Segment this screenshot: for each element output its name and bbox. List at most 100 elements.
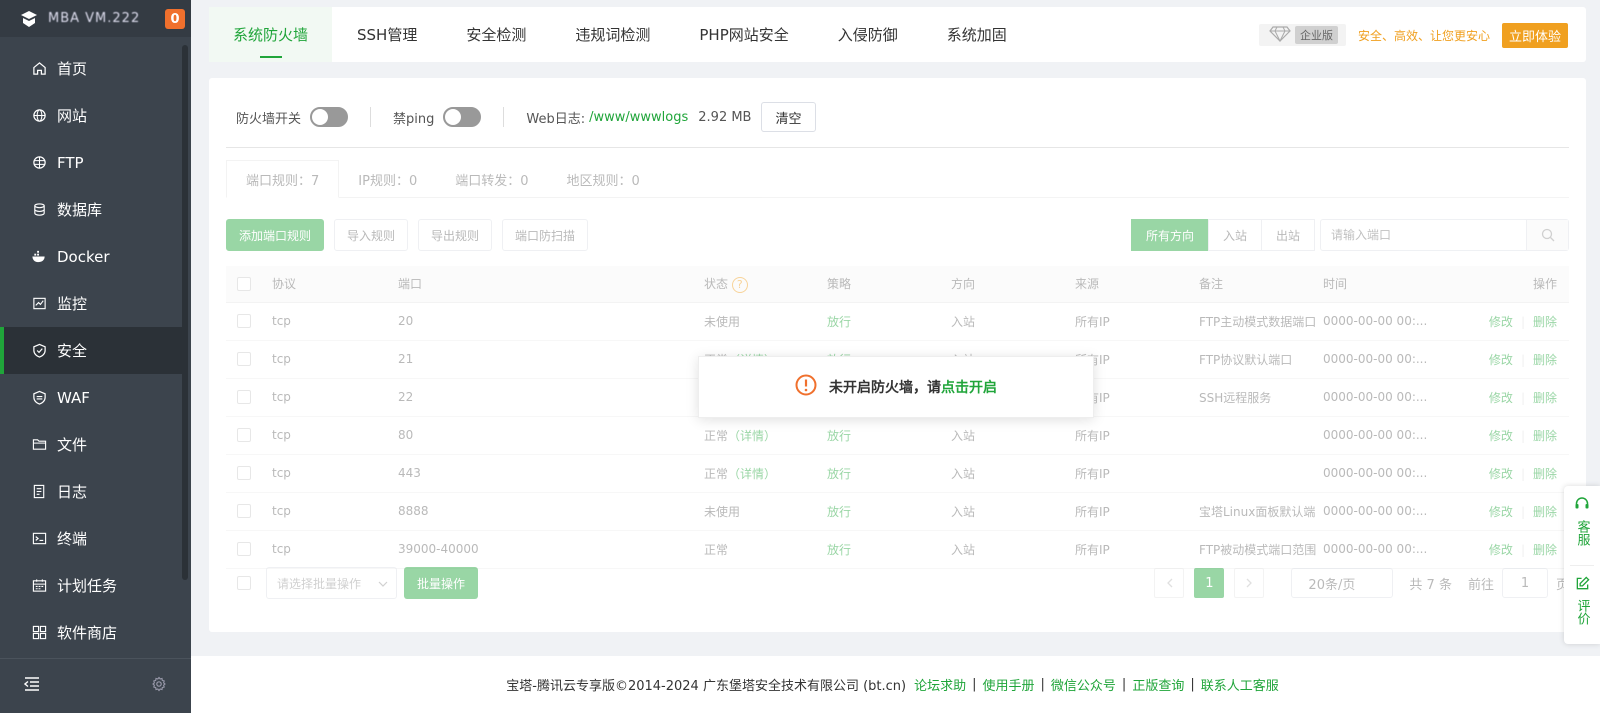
sidebar-item-label: 安全 xyxy=(57,342,88,360)
enterprise-badge: 企业版 xyxy=(1258,24,1346,46)
edit-rule-link[interactable]: 修改 xyxy=(1489,467,1513,481)
edit-rule-link[interactable]: 修改 xyxy=(1489,353,1513,367)
notice-text: 未开启防火墙，请 xyxy=(829,380,941,396)
collapse-menu-icon[interactable] xyxy=(23,677,40,695)
edit-rule-link[interactable]: 修改 xyxy=(1489,391,1513,405)
sidebar-item-waf[interactable]: WAF xyxy=(0,374,182,421)
edit-rule-link[interactable]: 修改 xyxy=(1489,429,1513,443)
sidebar-scrollbar[interactable] xyxy=(182,45,188,580)
tab-ip-rules[interactable]: IP规则：0 xyxy=(339,160,436,198)
web-log-path-link[interactable]: /www/wwwlogs xyxy=(589,110,688,125)
sidebar-item-database[interactable]: 数据库 xyxy=(0,186,182,233)
add-port-rule-button[interactable]: 添加端口规则 xyxy=(226,219,325,251)
tab-intrusion[interactable]: 入侵防御 xyxy=(814,7,922,62)
tab-hardening[interactable]: 系统加固 xyxy=(923,7,1031,62)
sidebar-item-terminal[interactable]: 终端 xyxy=(0,515,182,562)
delete-rule-link[interactable]: 删除 xyxy=(1533,391,1557,405)
port-search-input[interactable] xyxy=(1321,228,1526,242)
tab-region-rules[interactable]: 地区规则：0 xyxy=(548,160,659,198)
sidebar-item-files[interactable]: 文件 xyxy=(0,421,182,468)
port-scan-protect-button[interactable]: 端口防扫描 xyxy=(502,219,589,251)
firewall-toggle[interactable] xyxy=(310,107,349,127)
tab-system-firewall[interactable]: 系统防火墙 xyxy=(209,7,333,62)
edit-rule-link[interactable]: 修改 xyxy=(1489,315,1513,329)
sidebar: MBA VM.222 0 首页 网站 FTP 数据库 Docker 监控 安全 … xyxy=(0,0,191,713)
row-checkbox[interactable] xyxy=(237,390,251,405)
select-all-bottom-checkbox[interactable] xyxy=(237,576,251,590)
row-checkbox[interactable] xyxy=(237,352,251,367)
help-icon[interactable]: ? xyxy=(731,276,748,293)
tab-php-security[interactable]: PHP网站安全 xyxy=(675,7,812,62)
tab-security-scan[interactable]: 安全检测 xyxy=(442,7,550,62)
search-icon[interactable] xyxy=(1526,220,1568,250)
sidebar-item-logs[interactable]: 日志 xyxy=(0,468,182,515)
tab-ssh[interactable]: SSH管理 xyxy=(333,7,441,62)
status-detail-link[interactable]: （详情） xyxy=(728,429,776,443)
sidebar-item-label: 首页 xyxy=(57,60,88,78)
direction-out-button[interactable]: 出站 xyxy=(1260,219,1315,251)
batch-select[interactable]: 请选择批量操作 xyxy=(266,567,397,599)
web-log-label: Web日志: xyxy=(526,111,586,127)
export-rules-button[interactable]: 导出规则 xyxy=(418,219,493,251)
delete-rule-link[interactable]: 删除 xyxy=(1533,353,1557,367)
tab-port-rules[interactable]: 端口规则：7 xyxy=(226,160,340,198)
op-separator: | xyxy=(1520,466,1525,481)
row-checkbox[interactable] xyxy=(237,466,251,481)
select-all-checkbox[interactable] xyxy=(237,277,251,291)
try-now-button[interactable]: 立即体验 xyxy=(1501,22,1568,48)
goto-page-input[interactable]: 1 xyxy=(1501,568,1548,598)
page-number[interactable]: 1 xyxy=(1194,568,1225,598)
import-rules-button[interactable]: 导入规则 xyxy=(334,219,409,251)
row-checkbox[interactable] xyxy=(237,314,251,329)
cell-status: 正常 xyxy=(704,530,827,569)
delete-rule-link[interactable]: 删除 xyxy=(1533,505,1557,519)
sidebar-item-website[interactable]: 网站 xyxy=(0,92,182,139)
prev-page-button[interactable] xyxy=(1154,568,1185,598)
cell-protocol: tcp xyxy=(272,454,398,493)
row-checkbox[interactable] xyxy=(237,428,251,443)
table-row: tcp 20 未使用 放行 入站 所有IP FTP主动模式数据端口 0000-0… xyxy=(226,302,1569,341)
notification-badge[interactable]: 0 xyxy=(165,9,185,29)
delete-rule-link[interactable]: 删除 xyxy=(1533,543,1557,557)
direction-in-button[interactable]: 入站 xyxy=(1207,219,1262,251)
review-button[interactable]: 评价 xyxy=(1564,566,1600,645)
enable-firewall-link[interactable]: 点击开启 xyxy=(941,377,997,397)
next-page-button[interactable] xyxy=(1234,568,1265,598)
delete-rule-link[interactable]: 删除 xyxy=(1533,467,1557,481)
footer-link-support[interactable]: 联系人工客服 xyxy=(1201,675,1279,694)
divider xyxy=(226,147,1569,148)
sidebar-item-home[interactable]: 首页 xyxy=(0,45,182,92)
note-text: SSH远程服务 xyxy=(1199,390,1272,405)
cell-note: FTP协议默认端口 xyxy=(1199,340,1323,379)
sidebar-item-store[interactable]: 软件商店 xyxy=(0,609,182,656)
tab-content-check[interactable]: 违规词检测 xyxy=(551,7,674,62)
settings-gear-icon[interactable] xyxy=(151,676,167,696)
customer-service-button[interactable]: 客服 xyxy=(1564,486,1600,565)
page-size-select[interactable]: 20条/页 xyxy=(1291,568,1394,598)
edit-rule-link[interactable]: 修改 xyxy=(1489,543,1513,557)
enterprise-promo: 企业版 安全、高效、让您更安心 立即体验 xyxy=(1258,22,1568,48)
footer-link-manual[interactable]: 使用手册 xyxy=(983,675,1035,694)
ping-toggle[interactable] xyxy=(443,107,482,127)
status-text: 未使用 xyxy=(704,504,741,519)
sidebar-item-monitor[interactable]: 监控 xyxy=(0,280,182,327)
footer-link-wechat[interactable]: 微信公众号 xyxy=(1051,675,1116,694)
clear-log-button[interactable]: 清空 xyxy=(761,102,816,132)
sidebar-item-cron[interactable]: 计划任务 xyxy=(0,562,182,609)
sidebar-item-security[interactable]: 安全 xyxy=(0,327,182,374)
sidebar-item-ftp[interactable]: FTP xyxy=(0,139,182,186)
row-checkbox[interactable] xyxy=(237,504,251,519)
delete-rule-link[interactable]: 删除 xyxy=(1533,429,1557,443)
folder-icon xyxy=(31,437,47,453)
batch-action-button[interactable]: 批量操作 xyxy=(404,567,479,599)
tab-port-forward[interactable]: 端口转发：0 xyxy=(436,160,547,198)
direction-all-button[interactable]: 所有方向 xyxy=(1130,219,1209,251)
status-detail-link[interactable]: （详情） xyxy=(728,467,776,481)
footer-link-license[interactable]: 正版查询 xyxy=(1132,675,1184,694)
row-checkbox[interactable] xyxy=(237,542,251,557)
server-header[interactable]: MBA VM.222 0 xyxy=(0,0,191,37)
delete-rule-link[interactable]: 删除 xyxy=(1533,315,1557,329)
footer-link-forum[interactable]: 论坛求助 xyxy=(914,675,966,694)
sidebar-item-docker[interactable]: Docker xyxy=(0,233,182,280)
edit-rule-link[interactable]: 修改 xyxy=(1489,505,1513,519)
